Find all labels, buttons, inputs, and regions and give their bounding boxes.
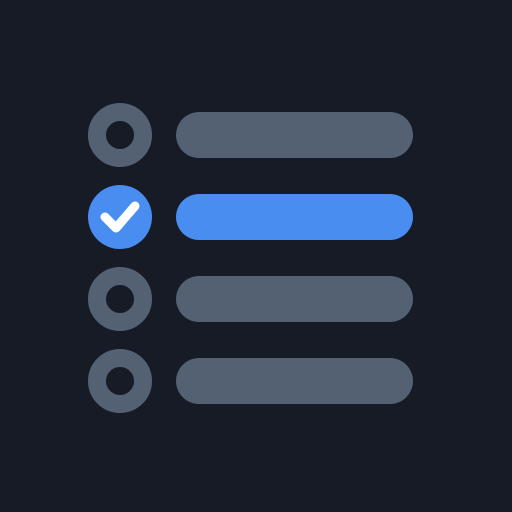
- item-text-placeholder: [176, 112, 413, 158]
- checklist-item[interactable]: [88, 267, 413, 331]
- radio-empty-icon[interactable]: [88, 349, 152, 413]
- checklist-app-icon: [0, 0, 512, 512]
- item-text-placeholder: [176, 358, 413, 404]
- item-text-placeholder: [176, 276, 413, 322]
- checklist-item[interactable]: [88, 103, 413, 167]
- checklist-item[interactable]: [88, 349, 413, 413]
- item-text-placeholder-active: [176, 194, 413, 240]
- radio-empty-icon[interactable]: [88, 103, 152, 167]
- check-icon[interactable]: [88, 185, 152, 249]
- radio-empty-icon[interactable]: [88, 267, 152, 331]
- checklist-item-checked[interactable]: [88, 185, 413, 249]
- checklist: [88, 103, 413, 413]
